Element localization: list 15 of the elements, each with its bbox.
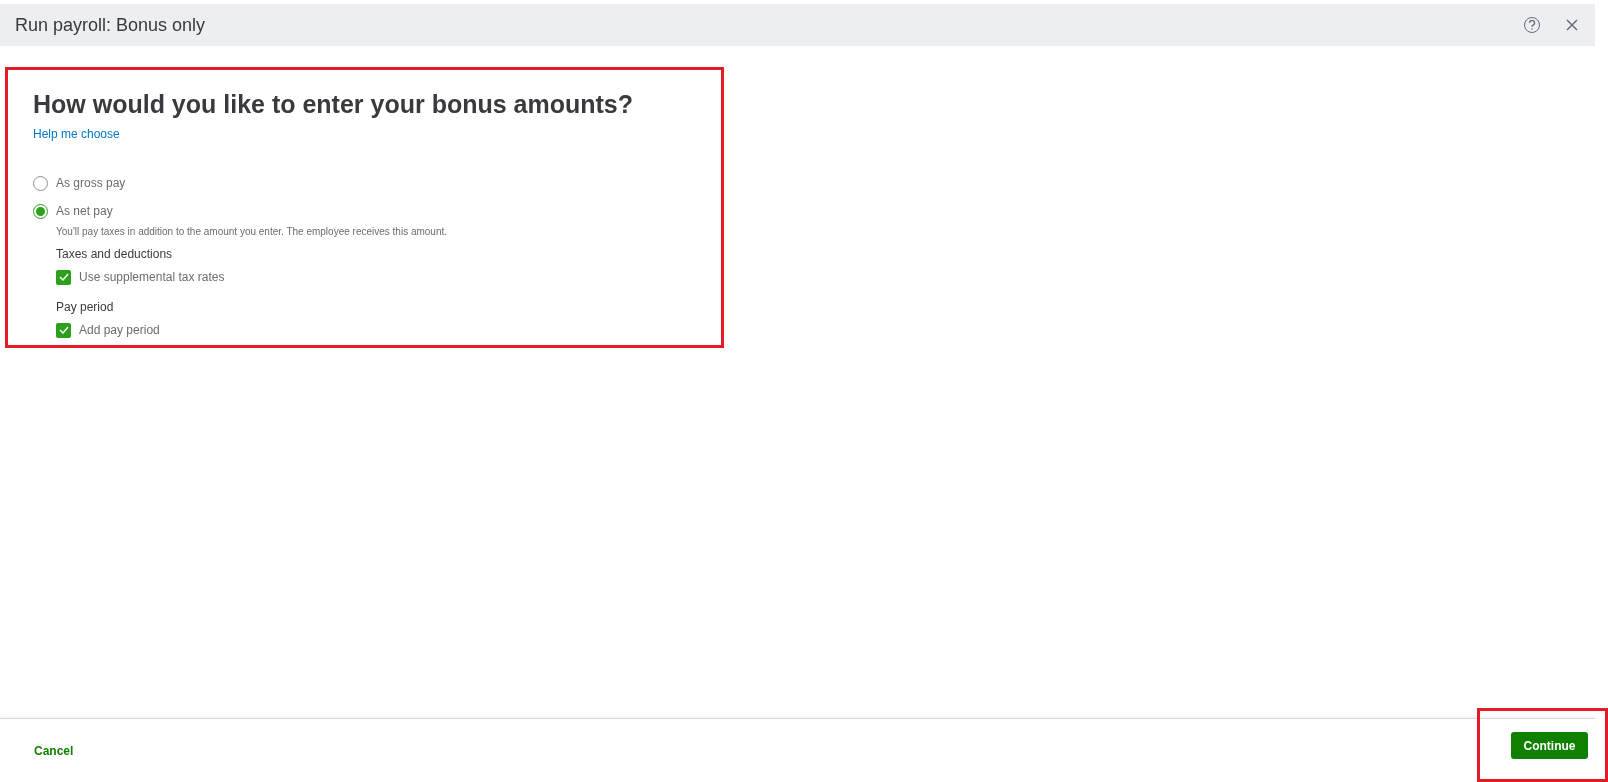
help-link[interactable]: Help me choose [33, 125, 120, 143]
checkbox-label: Add pay period [79, 322, 160, 339]
section-label: Taxes and deductions [56, 246, 174, 263]
close-icon[interactable] [1565, 18, 1579, 32]
checkbox-label: Use supplemental tax rates [79, 269, 225, 286]
question-heading: How would you like to enter your bonus amounts? [33, 89, 635, 120]
radio-label: As net pay [56, 203, 113, 220]
radio-label: As gross pay [56, 175, 126, 192]
continue-button[interactable]: Continue [1511, 732, 1588, 759]
checkbox[interactable] [56, 322, 71, 338]
window-title: Run payroll: Bonus only [15, 13, 207, 37]
cancel-link[interactable]: Cancel [34, 741, 74, 760]
option-description: You'll pay taxes in addition to the amount you enter. The employee receives this amount. [56, 225, 449, 239]
checkbox[interactable] [56, 269, 71, 285]
section-label: Pay period [56, 299, 115, 316]
